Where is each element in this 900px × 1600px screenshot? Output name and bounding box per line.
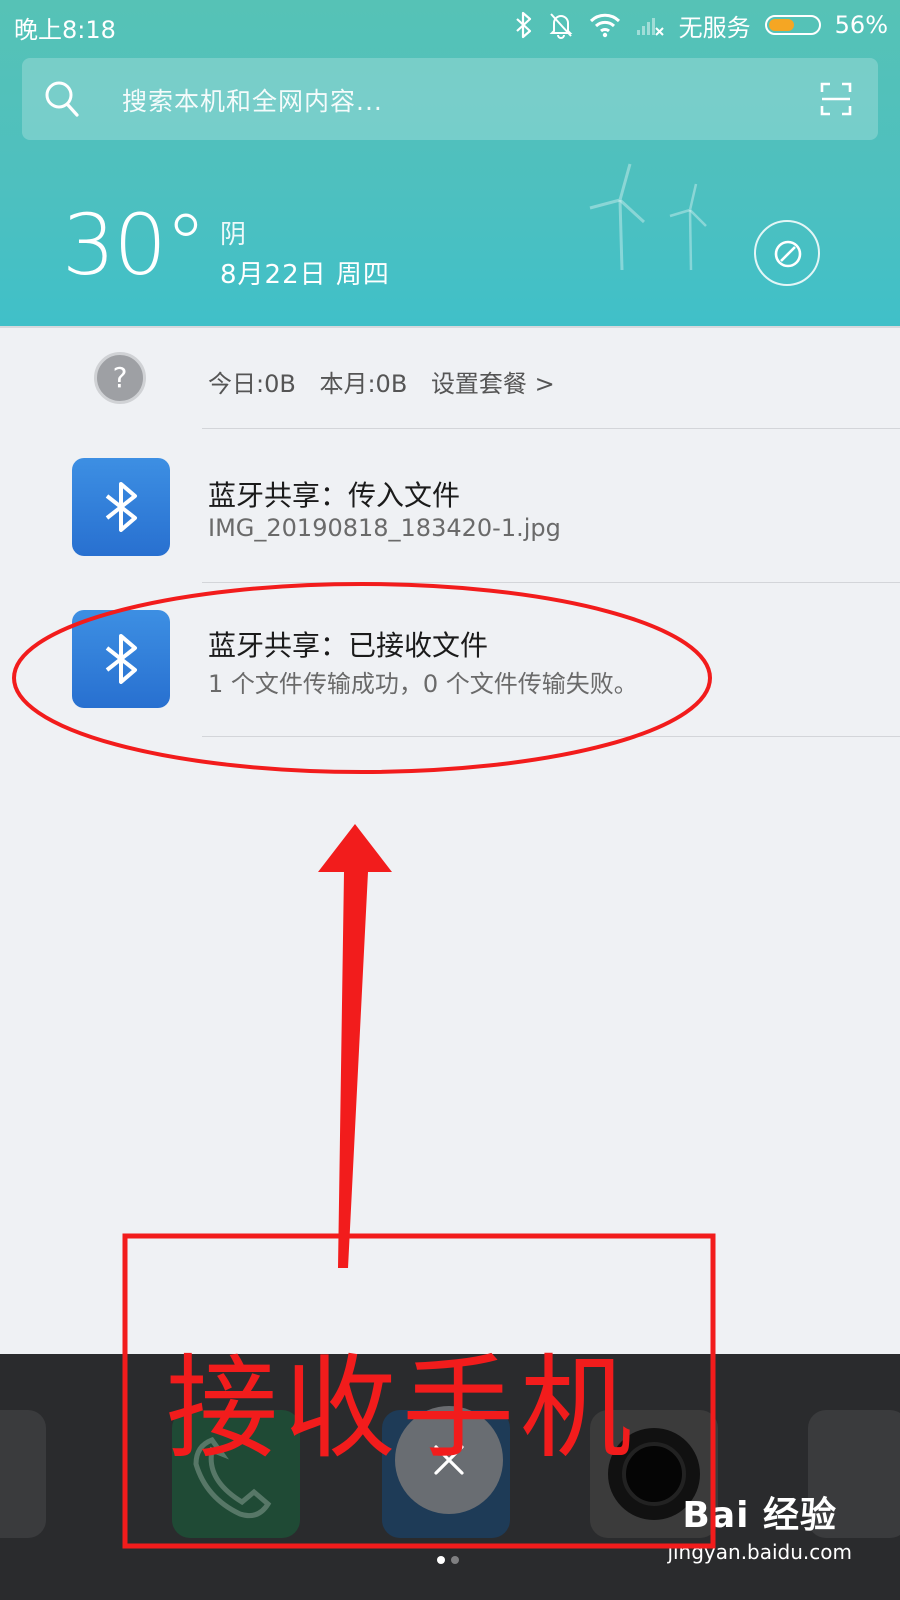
page-indicator <box>437 1556 459 1564</box>
baidu-watermark: Bai 经验 jingyan.baidu.com <box>667 1486 852 1564</box>
battery-level <box>768 19 794 31</box>
wifi-icon <box>589 13 620 38</box>
scan-icon[interactable] <box>820 82 852 116</box>
status-icons: 无服务 56% <box>515 8 888 42</box>
battery-icon <box>764 15 821 35</box>
data-usage-text: 今日:0B 本月:0B 设置套餐 > <box>208 364 571 399</box>
weather-temperature: 30° <box>62 196 207 294</box>
bluetooth-icon <box>105 482 137 532</box>
data-today: 今日:0B <box>208 370 296 398</box>
notification-body: IMG_20190818_183420-1.jpg <box>208 514 561 542</box>
notification-header: 晚上8:18 无服务 56% 搜索本机和全网内容... 30° 阴 8月22日 … <box>0 0 900 335</box>
bluetooth-app-icon <box>72 458 170 556</box>
annotation-label: 接收手机 <box>166 1344 638 1474</box>
watermark-url: jingyan.baidu.com <box>667 1540 852 1564</box>
data-month: 本月:0B <box>319 370 408 398</box>
data-usage-row[interactable]: ? 今日:0B 本月:0B 设置套餐 > <box>0 328 900 428</box>
weather-date: 8月22日 周四 <box>220 260 390 290</box>
notification-panel: ? 今日:0B 本月:0B 设置套餐 > 蓝牙共享：传入文件 IMG_20190… <box>0 326 900 1356</box>
recent-app-card[interactable] <box>0 1410 46 1538</box>
data-settings-link[interactable]: 设置套餐 > <box>431 370 555 398</box>
divider <box>202 428 900 429</box>
notification-title: 蓝牙共享：已接收文件 <box>208 629 489 662</box>
bluetooth-app-icon <box>72 610 170 708</box>
notification-body: 1 个文件传输成功，0 个文件传输失败。 <box>208 670 638 698</box>
bluetooth-icon <box>515 11 531 39</box>
wind-turbines-illustration <box>589 163 707 270</box>
no-signal-icon <box>636 18 664 36</box>
search-input[interactable]: 搜索本机和全网内容... <box>122 82 383 118</box>
clear-icon <box>774 240 802 268</box>
watermark-logo: Bai 经验 <box>682 1495 838 1536</box>
mute-bell-icon <box>549 13 573 39</box>
divider <box>202 582 900 583</box>
search-icon <box>45 81 79 117</box>
search-bar[interactable]: 搜索本机和全网内容... <box>22 58 878 140</box>
carrier-status: 无服务 <box>678 13 751 42</box>
battery-percent: 56% <box>834 11 888 39</box>
notification-item[interactable]: 蓝牙共享：传入文件 IMG_20190818_183420-1.jpg <box>0 430 900 582</box>
divider <box>202 736 900 737</box>
status-time: 晚上8:18 <box>14 16 116 44</box>
status-bar: 晚上8:18 无服务 56% <box>0 0 900 52</box>
help-icon: ? <box>94 352 146 404</box>
notification-title: 蓝牙共享：传入文件 <box>208 479 461 512</box>
bluetooth-icon <box>105 634 137 684</box>
notification-item[interactable]: 蓝牙共享：已接收文件 1 个文件传输成功，0 个文件传输失败。 <box>0 584 900 736</box>
weather-condition: 阴 <box>220 220 247 250</box>
clear-notifications-button[interactable] <box>754 220 820 286</box>
